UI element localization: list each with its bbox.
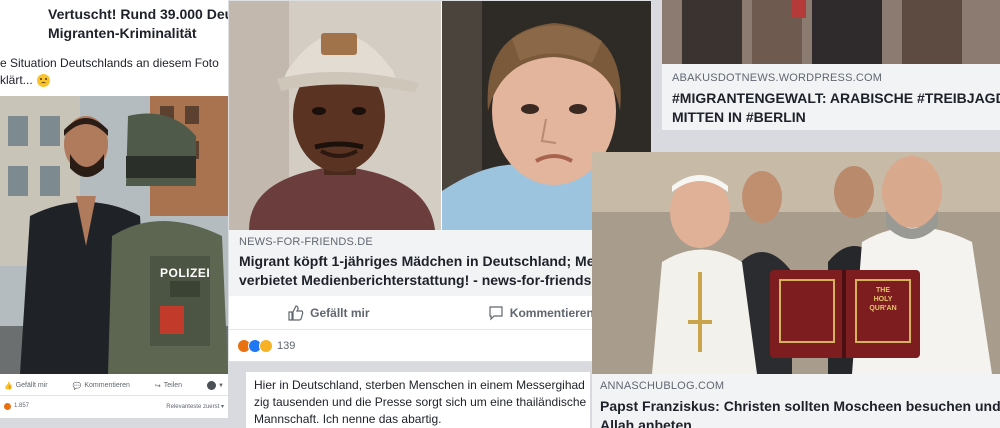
center-comment-label: Kommentieren [509, 306, 594, 320]
center-post-headline-line2: verbietet Medienberichterstattung! - new… [239, 272, 612, 288]
center-post-action-bar: Gefällt mir Kommentieren [229, 297, 651, 330]
center-like-button[interactable]: Gefällt mir [288, 305, 370, 321]
comment-icon [489, 306, 503, 321]
thumbs-up-icon: 👍 [4, 382, 13, 390]
right-bottom-headline-line2: Allah anbeten [600, 417, 692, 428]
book-label: THE HOLY QUR'AN [868, 286, 898, 313]
right-bottom-source: ANNASCHUBLOG.COM [600, 380, 725, 392]
right-top-headline-line2: MITTEN IN #BERLIN [672, 109, 806, 125]
right-top-source: ABAKUSDOTNEWS.WORDPRESS.COM [672, 72, 883, 84]
left-post-photo[interactable]: POLIZEI [0, 96, 228, 374]
comment-text-line2: zig tausenden und die Presse sorgt sich … [254, 395, 587, 409]
avatar-dropdown[interactable]: ▼ [207, 381, 224, 390]
comment-text-line1: Hier in Deutschland, sterben Menschen in… [254, 378, 585, 392]
left-comment-button[interactable]: 💬 Kommentieren [73, 382, 130, 390]
left-like-label: Gefällt mir [15, 382, 48, 389]
pope-and-imam-illustration [592, 152, 1000, 374]
center-like-label: Gefällt mir [310, 306, 370, 320]
crowd-scene-illustration [662, 0, 1000, 64]
book-label-line1: THE [876, 287, 890, 294]
sort-comments-dropdown[interactable]: Relevanteste zuerst ▾ [166, 403, 224, 410]
sad-reaction-icon [259, 339, 273, 353]
left-post-action-bar: 👍 Gefällt mir 💬 Kommentieren ↪ Teilen ▼ [0, 376, 228, 396]
center-post-headline-line1: Migrant köpft 1-jähriges Mädchen in Deut… [239, 253, 620, 269]
share-icon: ↪ [154, 382, 161, 390]
center-reaction-count: 139 [277, 340, 296, 352]
right-bottom-post-photo[interactable]: THE HOLY QUR'AN [592, 152, 1000, 374]
left-post-stats: 1.857 Relevanteste zuerst ▾ [0, 399, 228, 413]
right-top-headline-line1: #MIGRANTENGEWALT: ARABISCHE #TREIBJAGD [672, 90, 1000, 106]
left-post-title[interactable]: Vertuscht! Rund 39.000 Deu Migranten-Kri… [48, 5, 228, 43]
right-bottom-link-preview[interactable]: ANNASCHUBLOG.COM Papst Franziskus: Chris… [592, 374, 1000, 428]
police-scene-illustration [0, 96, 228, 374]
left-post-title-line2: Migranten-Kriminalität [48, 25, 197, 41]
disappointed-emoji-icon [36, 74, 50, 87]
bottom-comment-card: Hier in Deutschland, sterben Menschen in… [246, 372, 590, 428]
chevron-down-icon: ▼ [218, 382, 224, 389]
left-post-caption: e Situation Deutschlands an diesem Foto … [0, 55, 228, 89]
book-label-line2: HOLY [873, 296, 893, 303]
center-post-photo-left[interactable] [229, 1, 441, 230]
left-reaction-count[interactable]: 1.857 [14, 403, 29, 409]
thumbs-up-icon [288, 305, 304, 321]
left-share-button[interactable]: ↪ Teilen [155, 382, 182, 390]
police-label: POLIZEI [160, 266, 211, 280]
man-with-cap-portrait [229, 1, 441, 230]
right-bottom-headline-line1: Papst Franziskus: Christen sollten Mosch… [600, 398, 1000, 414]
left-comment-label: Kommentieren [84, 382, 130, 389]
book-label-line3: QUR'AN [869, 305, 897, 312]
left-post-caption-line1: e Situation Deutschlands an diesem Foto [0, 56, 219, 70]
left-like-button[interactable]: 👍 Gefällt mir [4, 382, 48, 390]
right-top-post-photo[interactable] [662, 0, 1000, 64]
avatar [207, 381, 217, 390]
left-post-card: Vertuscht! Rund 39.000 Deu Migranten-Kri… [0, 0, 228, 418]
left-post-caption-line2: klärt... [0, 73, 33, 87]
right-bottom-post-card: THE HOLY QUR'AN ANNASCHUBLOG.COM Papst F… [592, 152, 1000, 428]
center-post-card: NEWS-FOR-FRIENDS.DE Migrant köpft 1-jähr… [228, 0, 652, 362]
angry-reaction-icon [4, 402, 11, 410]
comment-icon: 💬 [72, 382, 82, 390]
center-post-link-preview[interactable]: NEWS-FOR-FRIENDS.DE Migrant köpft 1-jähr… [229, 230, 651, 296]
left-post-title-line1: Vertuscht! Rund 39.000 Deu [48, 6, 228, 22]
right-top-link-preview[interactable]: ABAKUSDOTNEWS.WORDPRESS.COM #MIGRANTENGE… [662, 64, 1000, 130]
left-share-label: Teilen [163, 382, 183, 389]
center-post-reactions[interactable]: 139 [237, 339, 295, 353]
center-comment-button[interactable]: Kommentieren [488, 305, 594, 321]
comment-text-line3: Mannschaft. Ich nenne das abartig. [254, 412, 442, 426]
center-post-source: NEWS-FOR-FRIENDS.DE [239, 236, 373, 248]
right-top-post-card: ABAKUSDOTNEWS.WORDPRESS.COM #MIGRANTENGE… [662, 0, 1000, 130]
